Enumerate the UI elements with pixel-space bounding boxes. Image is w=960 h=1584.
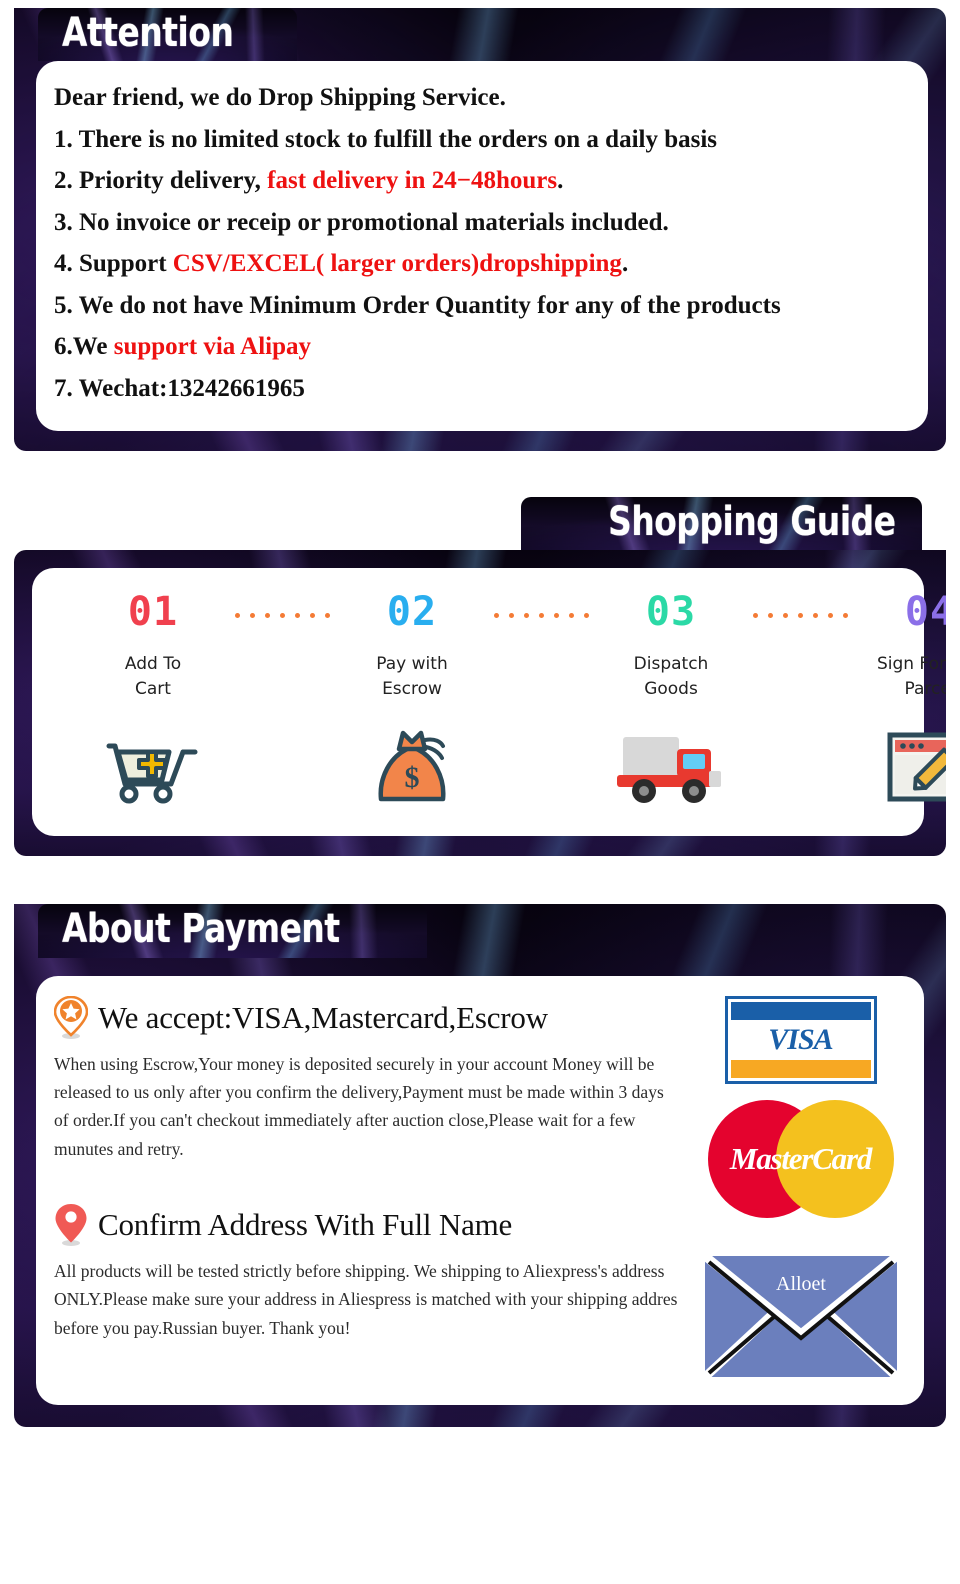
sign-document-icon bbox=[855, 724, 946, 810]
payment-header-tab: About Payment bbox=[38, 904, 427, 957]
payment-logos-column: VISA MasterCard Alloet bbox=[693, 995, 908, 1379]
step-label-1-line2: Cart bbox=[135, 678, 171, 699]
guide-header-title: Shopping Guide bbox=[608, 499, 897, 546]
attention-panel: Attention Dear friend, we do Drop Shippi… bbox=[14, 8, 946, 452]
accept-title: We accept:VISA,Mastercard,Escrow bbox=[98, 999, 548, 1035]
step-number-3: 03 bbox=[645, 589, 697, 636]
shopping-cart-icon bbox=[78, 724, 228, 810]
about-payment-section: About Payment We accept:VISA,Mastercard,… bbox=[14, 904, 946, 1427]
attention-intro: Dear friend, we do Drop Shipping Service… bbox=[54, 84, 506, 112]
attention-item-1: 1. There is no limited stock to fulfill … bbox=[54, 125, 718, 153]
guide-steps: 01 Add To Cart 02 Pay with Escrow $ 03 D… bbox=[42, 592, 946, 810]
step-label-4-line1: Sign For The bbox=[876, 654, 946, 675]
payment-panel: About Payment We accept:VISA,Mastercard,… bbox=[14, 904, 946, 1427]
visa-top-bar bbox=[730, 1001, 871, 1020]
attention-item-3: 3. No invoice or receip or promotional m… bbox=[54, 208, 669, 236]
product-description-page: Attention Dear friend, we do Drop Shippi… bbox=[0, 8, 960, 1584]
step-label-3-line2: Goods bbox=[644, 678, 698, 699]
attention-header-wrap: Attention bbox=[14, 8, 946, 61]
step-number-1: 01 bbox=[127, 589, 179, 636]
accept-heading-row: We accept:VISA,Mastercard,Escrow bbox=[54, 995, 681, 1040]
money-bag-icon: $ bbox=[337, 724, 487, 810]
address-heading-row: Confirm Address With Full Name bbox=[54, 1203, 681, 1247]
step-number-2: 02 bbox=[386, 589, 438, 636]
step-label-2-line1: Pay with bbox=[376, 654, 448, 675]
payment-card: We accept:VISA,Mastercard,Escrow When us… bbox=[36, 975, 924, 1405]
step-connector-3-4 bbox=[746, 592, 855, 638]
payment-header-wrap: About Payment bbox=[14, 904, 946, 957]
visa-wordmark-wrap: VISA bbox=[730, 1019, 871, 1060]
attention-item-6: 6.We support via Alipay bbox=[54, 333, 311, 361]
guide-step-1: 01 Add To Cart bbox=[78, 592, 228, 810]
attention-card: Dear friend, we do Drop Shipping Service… bbox=[36, 61, 928, 432]
guide-header-wrap: Shopping Guide bbox=[14, 497, 946, 550]
star-location-pin-icon bbox=[54, 995, 88, 1040]
step-number-4: 04 bbox=[904, 589, 946, 636]
step-connector-2-3 bbox=[487, 592, 596, 638]
guide-panel: 01 Add To Cart 02 Pay with Escrow $ 03 D… bbox=[14, 550, 946, 857]
step-label-1-line1: Add To bbox=[124, 654, 182, 675]
svg-text:Alloet: Alloet bbox=[776, 1273, 826, 1295]
step-label-2: Pay with Escrow bbox=[337, 652, 487, 704]
guide-step-3: 03 Dispatch Goods bbox=[596, 592, 746, 810]
mastercard-logo: MasterCard bbox=[707, 1099, 894, 1218]
visa-bottom-bar bbox=[730, 1059, 871, 1078]
step-label-4: Sign For The Parcel bbox=[855, 652, 946, 704]
guide-step-2: 02 Pay with Escrow $ bbox=[337, 592, 487, 810]
step-label-3-line1: Dispatch bbox=[633, 654, 709, 675]
visa-wordmark: VISA bbox=[768, 1022, 833, 1056]
attention-item-7: 7. Wechat:13242661965 bbox=[54, 374, 305, 402]
guide-step-4: 04 Sign For The Parcel bbox=[855, 592, 946, 810]
step-label-2-line2: Escrow bbox=[382, 678, 442, 699]
shopping-guide-section: Shopping Guide 01 Add To Cart 02 Pay wit… bbox=[14, 497, 946, 857]
address-title: Confirm Address With Full Name bbox=[98, 1206, 513, 1242]
visa-logo: VISA bbox=[724, 995, 877, 1084]
address-block: Confirm Address With Full Name All produ… bbox=[54, 1203, 681, 1342]
attention-item-4: 4. Support CSV/EXCEL( larger orders)drop… bbox=[54, 250, 629, 278]
attention-item-5: 5. We do not have Minimum Order Quantity… bbox=[54, 291, 781, 319]
envelope-logo: Alloet bbox=[702, 1253, 899, 1379]
payment-header-title: About Payment bbox=[62, 906, 340, 953]
delivery-truck-icon bbox=[596, 724, 746, 810]
step-label-4-line2: Parcel bbox=[904, 678, 946, 699]
address-body: All products will be tested strictly bef… bbox=[54, 1260, 678, 1338]
step-connector-1-2 bbox=[228, 592, 337, 638]
attention-header-tab: Attention bbox=[38, 8, 297, 61]
guide-card: 01 Add To Cart 02 Pay with Escrow $ 03 D… bbox=[32, 568, 946, 837]
attention-item-2: 2. Priority delivery, fast delivery in 2… bbox=[54, 167, 564, 195]
svg-text:$: $ bbox=[405, 761, 420, 794]
guide-header-tab: Shopping Guide bbox=[521, 497, 922, 550]
attention-section: Attention Dear friend, we do Drop Shippi… bbox=[14, 8, 946, 452]
accept-body: When using Escrow,Your money is deposite… bbox=[54, 1053, 664, 1159]
location-pin-icon bbox=[54, 1203, 88, 1247]
attention-header-title: Attention bbox=[62, 10, 234, 56]
mastercard-wordmark: MasterCard bbox=[729, 1140, 873, 1176]
step-label-1: Add To Cart bbox=[78, 652, 228, 704]
payment-text-column: We accept:VISA,Mastercard,Escrow When us… bbox=[54, 995, 693, 1379]
step-label-3: Dispatch Goods bbox=[596, 652, 746, 704]
